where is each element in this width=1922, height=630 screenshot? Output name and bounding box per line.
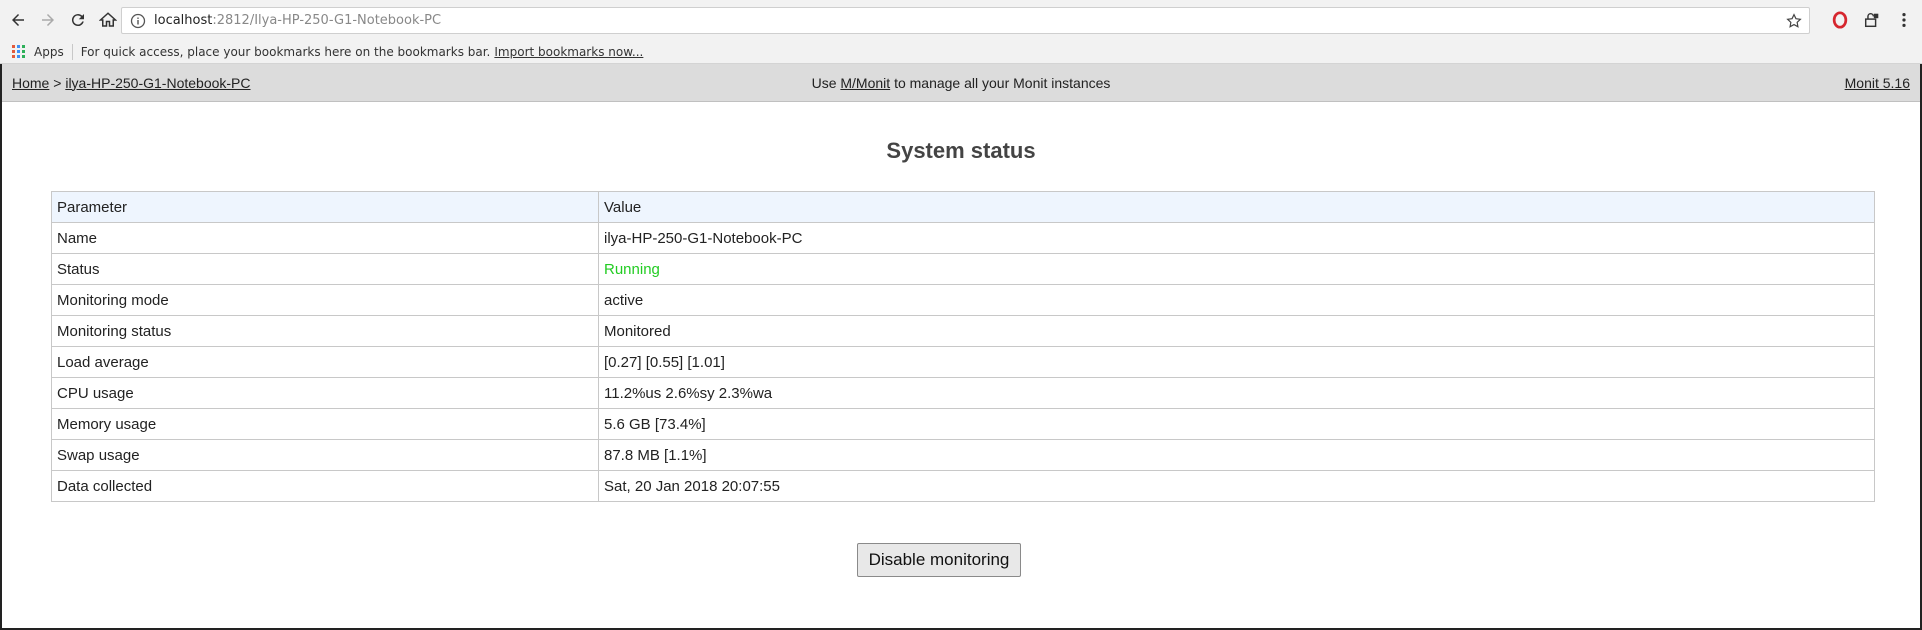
monit-page: Home > ilya-HP-250-G1-Notebook-PC Use M/… xyxy=(0,64,1922,630)
address-bar[interactable]: localhost:2812/Ilya-HP-250-G1-Notebook-P… xyxy=(121,7,1810,34)
browser-toolbar: localhost:2812/Ilya-HP-250-G1-Notebook-P… xyxy=(0,0,1922,40)
home-icon xyxy=(99,12,117,27)
parameter-cell: Load average xyxy=(51,346,599,378)
table-row: Monitoring mode active xyxy=(51,284,1875,316)
parameter-cell: Name xyxy=(51,222,599,254)
value-cell: 87.8 MB [1.1%] xyxy=(598,439,1875,471)
table-row: Data collected Sat, 20 Jan 2018 20:07:55 xyxy=(51,470,1875,502)
bookmarks-bar: Apps For quick access, place your bookma… xyxy=(0,40,1922,64)
url-path: :2812/Ilya-HP-250-G1-Notebook-PC xyxy=(212,13,442,28)
forward-arrow-icon xyxy=(42,14,54,26)
parameter-cell: Monitoring status xyxy=(51,315,599,347)
parameter-cell: Memory usage xyxy=(51,408,599,440)
forward-button[interactable] xyxy=(36,8,60,32)
menu-kebab-icon[interactable] xyxy=(1894,10,1914,30)
value-cell: ilya-HP-250-G1-Notebook-PC xyxy=(598,222,1875,254)
page-title: System status xyxy=(886,138,1036,163)
value-cell: Monitored xyxy=(598,315,1875,347)
mmonit-link[interactable]: M/Monit xyxy=(840,75,890,91)
parameter-cell: Status xyxy=(51,253,599,285)
apps-grid-icon[interactable] xyxy=(12,44,26,59)
parameter-cell: CPU usage xyxy=(51,377,599,409)
value-cell: active xyxy=(598,284,1875,316)
bookmark-star-icon[interactable] xyxy=(1785,12,1803,30)
back-arrow-icon xyxy=(12,14,24,26)
table-row: CPU usage 11.2%us 2.6%sy 2.3%wa xyxy=(51,377,1875,409)
table-row: Status Running xyxy=(51,253,1875,285)
promo-prefix: Use xyxy=(811,74,837,91)
monit-header: Home > ilya-HP-250-G1-Notebook-PC Use M/… xyxy=(2,64,1920,102)
url-host: localhost xyxy=(154,13,213,28)
value-cell: Sat, 20 Jan 2018 20:07:55 xyxy=(598,470,1875,502)
system-status-table: Parameter Value Name ilya-HP-250-G1-Note… xyxy=(51,191,1875,502)
parameter-cell: Monitoring mode xyxy=(51,284,599,316)
opera-extension-icon[interactable] xyxy=(1830,10,1850,30)
lock-extension-icon[interactable] xyxy=(1862,10,1882,30)
back-button[interactable] xyxy=(6,8,30,32)
apps-label[interactable]: Apps xyxy=(34,45,64,59)
parameter-cell: Data collected xyxy=(51,470,599,502)
breadcrumb-host-link[interactable]: ilya-HP-250-G1-Notebook-PC xyxy=(65,75,250,91)
reload-button[interactable] xyxy=(66,8,90,32)
disable-monitoring-button[interactable]: Disable monitoring xyxy=(857,543,1021,577)
value-cell: 11.2%us 2.6%sy 2.3%wa xyxy=(598,377,1875,409)
monit-version-link[interactable]: Monit 5.16 xyxy=(1845,75,1910,91)
status-value-cell: Running xyxy=(598,253,1875,285)
table-row: Monitoring status Monitored xyxy=(51,315,1875,347)
table-row: Swap usage 87.8 MB [1.1%] xyxy=(51,439,1875,471)
table-row: Load average [0.27] [0.55] [1.01] xyxy=(51,346,1875,378)
parameter-cell: Swap usage xyxy=(51,439,599,471)
value-cell: [0.27] [0.55] [1.01] xyxy=(598,346,1875,378)
promo-suffix: to manage all your Monit instances xyxy=(894,74,1111,91)
value-cell: 5.6 GB [73.4%] xyxy=(598,408,1875,440)
table-row: Name ilya-HP-250-G1-Notebook-PC xyxy=(51,222,1875,254)
home-button[interactable] xyxy=(96,8,120,32)
breadcrumb-home-link[interactable]: Home xyxy=(12,75,49,91)
import-bookmarks-link[interactable]: Import bookmarks now... xyxy=(494,45,643,59)
breadcrumb-separator: > xyxy=(53,74,62,91)
table-row: Memory usage 5.6 GB [73.4%] xyxy=(51,408,1875,440)
mmonit-promo: Use M/Monit to manage all your Monit ins… xyxy=(2,75,1920,91)
column-header-value: Value xyxy=(598,191,1875,223)
breadcrumb: Home > ilya-HP-250-G1-Notebook-PC xyxy=(12,75,251,91)
reload-icon xyxy=(71,14,84,27)
info-icon[interactable] xyxy=(130,13,146,29)
column-header-parameter: Parameter xyxy=(51,191,599,223)
bookmarks-separator xyxy=(71,43,73,60)
bookmarks-hint: For quick access, place your bookmarks h… xyxy=(80,44,491,59)
table-header-row: Parameter Value xyxy=(51,191,1875,223)
